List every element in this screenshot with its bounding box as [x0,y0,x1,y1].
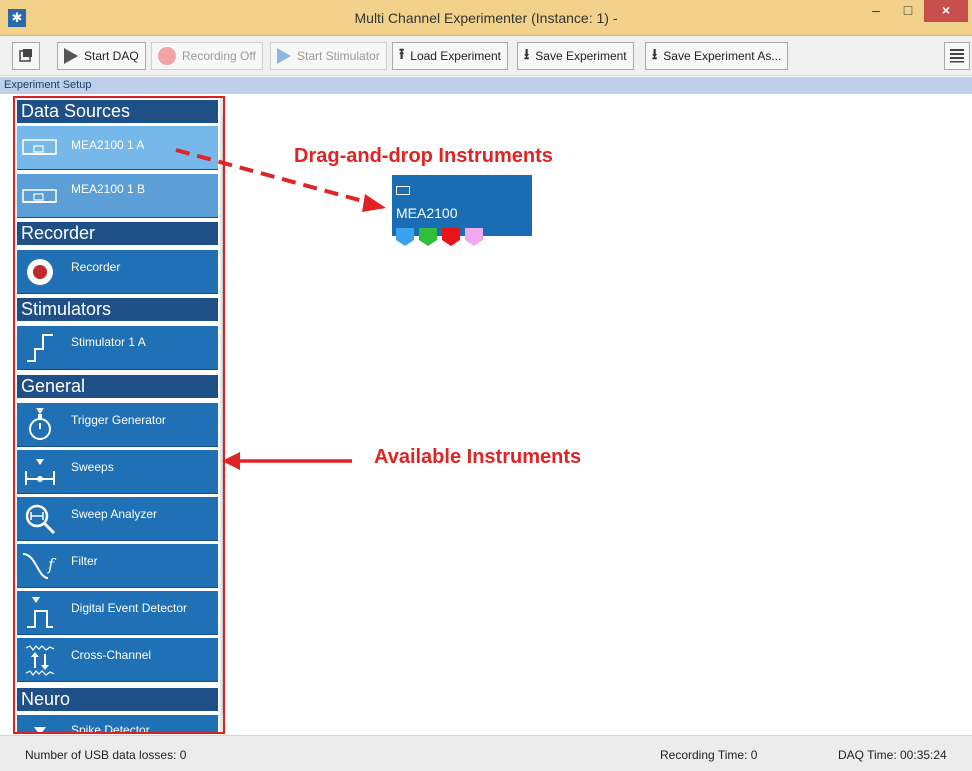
window-layout-button[interactable] [12,42,40,70]
section-stimulators: Stimulators [17,298,218,321]
scroll-up-icon[interactable]: ▲ [220,98,224,114]
experiment-setup-tab[interactable]: Experiment Setup [0,77,972,94]
play-icon [64,48,78,64]
mea2100-node[interactable]: MEA2100 [392,175,532,236]
node-output-pin[interactable] [396,228,414,246]
menu-icon [949,47,965,66]
record-icon [158,47,176,65]
instrument-digital-event-detector[interactable]: Digital Event Detector [17,591,218,635]
save-experiment-as-label: Save Experiment As... [663,49,782,63]
mea-device-icon [21,180,59,212]
instrument-sweeps[interactable]: Sweeps [17,450,218,494]
drag-drop-annotation: Drag-and-drop Instruments [294,145,553,167]
start-daq-label: Start DAQ [84,49,139,63]
save-experiment-as-button[interactable]: ⭳ Save Experiment As... [645,42,789,70]
instruments-panel: Data Sources MEA2100 1 A MEA2100 1 B Rec… [13,96,225,734]
load-experiment-button[interactable]: ⭱ Load Experiment [392,42,508,70]
digital-pulse-icon [21,597,59,629]
recording-time-status: Recording Time: 0 [660,748,758,762]
instrument-label: Filter [71,554,98,568]
save-experiment-button[interactable]: ⭳ Save Experiment [517,42,634,70]
download-icon: ⭳ [652,45,658,63]
usb-losses-status: Number of USB data losses: 0 [25,748,187,762]
window-title: Multi Channel Experimenter (Instance: 1)… [354,10,618,26]
mea-device-icon [396,186,410,195]
panel-scrollbar[interactable]: ▲ ▼ [220,98,224,732]
node-output-pin[interactable] [465,228,483,246]
section-general: General [17,375,218,398]
section-recorder: Recorder [17,222,218,245]
mea-device-icon [21,132,59,164]
node-title: MEA2100 [396,205,458,221]
available-instruments-annotation: Available Instruments [374,446,582,468]
status-bar: Number of USB data losses: 0 Recording T… [0,735,972,771]
instrument-sweep-analyzer[interactable]: Sweep Analyzer [17,497,218,541]
instrument-mea2100-b[interactable]: MEA2100 1 B [17,174,218,218]
magnifier-icon [21,503,59,535]
experiment-canvas[interactable] [228,94,972,734]
instrument-label: Sweep Analyzer [71,507,158,521]
instrument-mea2100-a[interactable]: MEA2100 1 A [17,126,218,170]
scroll-down-icon[interactable]: ▼ [220,716,224,732]
instrument-recorder[interactable]: Recorder [17,250,218,294]
instrument-label: Trigger Generator [71,413,166,427]
instrument-label: Digital Event Detector [71,601,188,615]
svg-text:f: f [47,555,57,574]
minimize-button[interactable]: – [860,0,892,22]
toolbar: Start DAQ Recording Off Start Stimulator… [0,36,972,76]
title-bar: ✱ Multi Channel Experimenter (Instance: … [0,0,972,36]
instrument-filter[interactable]: f Filter [17,544,218,588]
spike-icon [21,717,59,732]
stimulator-pulse-icon [21,332,59,364]
instrument-label: Cross-Channel [71,648,152,662]
daq-time-status: DAQ Time: 00:35:24 [838,748,947,762]
upload-icon: ⭱ [399,45,405,63]
scrollbar-thumb[interactable] [222,116,223,714]
instrument-label: Stimulator 1 A [71,335,146,349]
instrument-stimulator[interactable]: Stimulator 1 A [17,326,218,370]
play-icon [277,48,291,64]
instrument-label: Sweeps [71,460,114,474]
section-data-sources: Data Sources [17,100,218,123]
instrument-trigger-generator[interactable]: Trigger Generator [17,403,218,447]
maximize-button[interactable]: □ [892,0,924,22]
recording-toggle-button[interactable]: Recording Off [151,42,263,70]
start-stimulator-label: Start Stimulator [297,49,380,63]
instrument-cross-channel[interactable]: Cross-Channel [17,638,218,682]
filter-curve-icon: f [21,550,59,582]
section-neuro: Neuro [17,688,218,711]
download-icon: ⭳ [524,45,530,63]
save-experiment-label: Save Experiment [535,49,627,63]
record-icon [21,256,59,288]
start-daq-button[interactable]: Start DAQ [57,42,146,70]
node-output-pin[interactable] [442,228,460,246]
close-button[interactable]: × [924,0,968,22]
instrument-label: Recorder [71,260,121,274]
start-stimulator-button[interactable]: Start Stimulator [270,42,387,70]
sweeps-icon [21,456,59,488]
cross-channel-icon [21,644,59,676]
instrument-label: MEA2100 1 B [71,182,146,196]
instrument-label: MEA2100 1 A [71,138,145,152]
recording-label: Recording Off [182,49,256,63]
menu-button[interactable] [944,42,970,70]
window-layout-icon [19,48,33,65]
instrument-label: Spike Detector [71,723,150,734]
node-output-pin[interactable] [419,228,437,246]
instrument-spike-detector[interactable]: Spike Detector [17,715,218,734]
load-experiment-label: Load Experiment [410,49,501,63]
stopwatch-icon [21,408,59,441]
